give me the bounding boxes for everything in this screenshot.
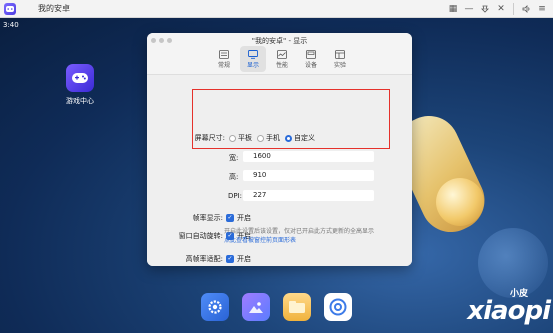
tab-label: 实验 (333, 61, 346, 69)
radio-dot (285, 134, 292, 142)
radio-label: 自定义 (294, 134, 315, 142)
height-label: 高: (229, 173, 239, 181)
device-icon (306, 49, 316, 59)
minimize-icon[interactable]: — (462, 2, 476, 16)
width-field[interactable]: 1600 (243, 151, 374, 162)
settings-icon[interactable] (201, 293, 229, 321)
radio-tablet[interactable]: 平板 (229, 133, 252, 143)
radio-label: 平板 (238, 134, 252, 142)
tab-label: 性能 (275, 61, 288, 69)
grid-icon[interactable]: ▦ (446, 2, 460, 16)
adapt-value: 开启 (237, 255, 251, 263)
wallpaper-orb (436, 178, 484, 226)
host-title: 我的安卓 (38, 4, 70, 13)
browser-icon[interactable] (324, 293, 352, 321)
tab-display[interactable]: 显示 (240, 46, 266, 72)
tab-general[interactable]: 常规 (211, 46, 237, 72)
check-icon: ✓ (226, 214, 234, 222)
hint-link[interactable]: 点此查看被窗控前页面形表 (224, 236, 384, 245)
settings-tabs: 常规 显示 性能 设备 实验 (211, 46, 353, 72)
display-icon (248, 49, 258, 59)
gamepad-icon (66, 64, 94, 92)
status-time: 3:40 (3, 21, 19, 29)
radio-custom[interactable]: 自定义 (285, 133, 315, 143)
app-logo-icon (4, 2, 16, 15)
height-field[interactable]: 910 (243, 170, 374, 181)
tab-device[interactable]: 设备 (298, 46, 324, 72)
fps-value: 开启 (237, 214, 251, 222)
radio-label: 手机 (266, 134, 280, 142)
gallery-icon[interactable] (242, 293, 270, 321)
volume-icon[interactable] (519, 2, 533, 16)
screen-size-label: 屏幕尺寸: (194, 134, 225, 142)
toolbar-divider (513, 3, 514, 15)
radio-phone[interactable]: 手机 (257, 133, 280, 143)
hint-text: 开启此设置后该设置，仅对已开启此方式更新的全高显示 点此查看被窗控前页面形表 (224, 227, 384, 245)
screen-size-row: 屏幕尺寸: 平板 手机 自定义 (181, 133, 320, 143)
fps-checkbox[interactable]: ✓ 开启 (226, 213, 251, 223)
pin-icon[interactable] (478, 2, 492, 16)
adapt-row: 高帧率适配: ✓ 开启 (173, 254, 251, 264)
rotate-label: 窗口自动旋转: (178, 232, 223, 240)
adapt-label: 高帧率适配: (185, 255, 223, 263)
settings-window: "我的安卓" - 显示 常规 显示 性能 设备 实验 屏幕尺寸: 平板 手机 自… (147, 33, 412, 266)
dpi-field[interactable]: 227 (243, 190, 374, 201)
check-icon: ✓ (226, 255, 234, 263)
tab-label: 设备 (304, 61, 317, 69)
width-label: 宽: (229, 154, 239, 162)
menu-icon[interactable]: ≡ (535, 2, 549, 16)
general-icon (219, 49, 229, 59)
radio-dot (257, 134, 264, 142)
tab-label: 显示 (246, 61, 259, 69)
watermark-logo: 小皮 xiaopi (467, 286, 551, 330)
fps-row: 帧率显示: ✓ 开启 (177, 213, 251, 223)
settings-title: "我的安卓" - 显示 (251, 37, 308, 45)
close-icon[interactable]: ✕ (494, 2, 508, 16)
dock (201, 293, 352, 321)
settings-header: "我的安卓" - 显示 常规 显示 性能 设备 实验 (147, 33, 412, 75)
tab-performance[interactable]: 性能 (269, 46, 295, 72)
watermark-big-text: xiaopi (467, 296, 551, 326)
hint-description: 开启此设置后该设置，仅对已开启此方式更新的全高显示 (224, 228, 375, 235)
radio-dot (229, 134, 236, 142)
performance-icon (277, 49, 287, 59)
tab-label: 常规 (217, 61, 230, 69)
app-label: 游戏中心 (66, 97, 94, 105)
host-title-bar: 我的安卓 ▦ — ✕ ≡ (0, 0, 553, 18)
files-icon[interactable] (283, 293, 311, 321)
adapt-checkbox[interactable]: ✓ 开启 (226, 254, 251, 264)
fps-label: 帧率显示: (192, 214, 223, 222)
tab-lab[interactable]: 实验 (327, 46, 353, 72)
app-game-center[interactable]: 游戏中心 (58, 64, 102, 106)
dpi-label: DPI: (228, 192, 243, 200)
lab-icon (335, 49, 345, 59)
